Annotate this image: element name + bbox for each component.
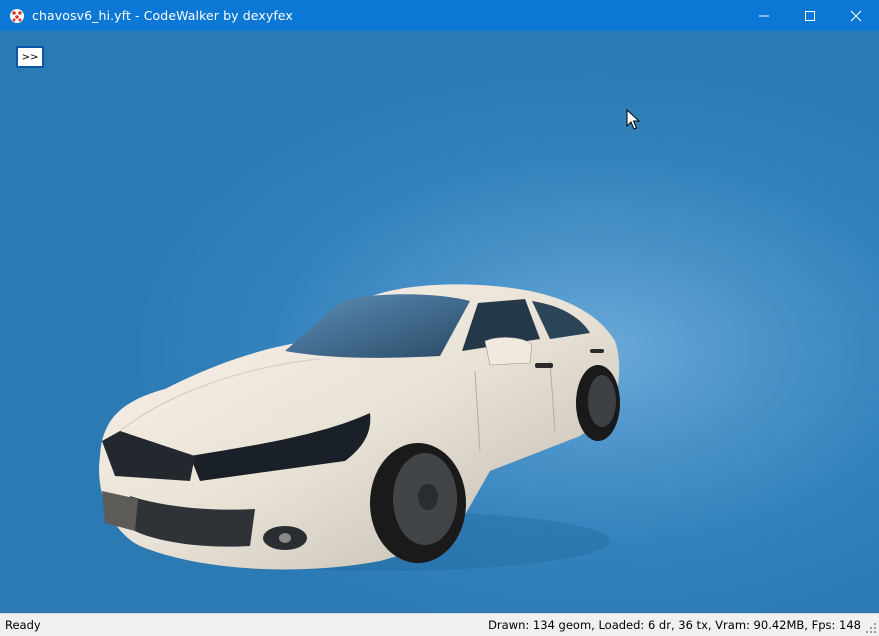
- mouse-cursor-icon: [626, 109, 640, 130]
- window-controls: [741, 0, 879, 31]
- codewalker-window: chavosv6_hi.yft - CodeWalker by dexyfex …: [0, 0, 879, 636]
- toggle-panel-button[interactable]: >>: [16, 46, 44, 68]
- title-bar[interactable]: chavosv6_hi.yft - CodeWalker by dexyfex: [0, 0, 879, 31]
- status-bar: Ready Drawn: 134 geom, Loaded: 6 dr, 36 …: [0, 613, 879, 636]
- close-button[interactable]: [833, 0, 879, 31]
- window-title: chavosv6_hi.yft - CodeWalker by dexyfex: [32, 8, 293, 23]
- status-text: Ready: [5, 618, 41, 632]
- codewalker-app-icon: [9, 8, 25, 24]
- car-model-render: [99, 284, 620, 571]
- render-stats: Drawn: 134 geom, Loaded: 6 dr, 36 tx, Vr…: [488, 618, 861, 632]
- minimize-button[interactable]: [741, 0, 787, 31]
- resize-grip-icon[interactable]: [865, 622, 877, 634]
- 3d-viewport[interactable]: >>: [0, 31, 879, 613]
- close-icon: [850, 10, 862, 21]
- maximize-button[interactable]: [787, 0, 833, 31]
- minimize-icon: [759, 15, 769, 16]
- maximize-icon: [805, 10, 815, 21]
